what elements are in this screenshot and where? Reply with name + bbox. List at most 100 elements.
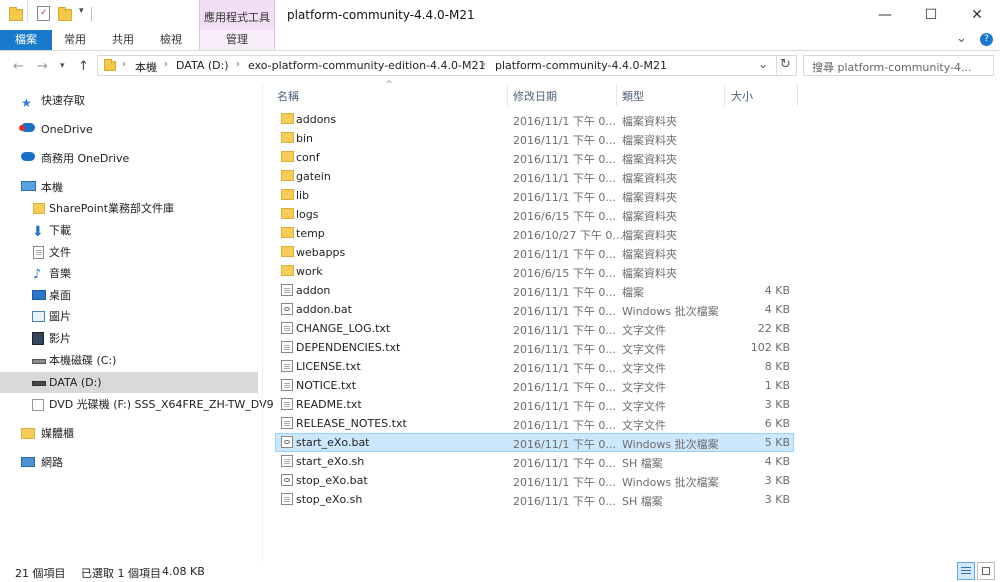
nav-item-label: 音樂 — [49, 267, 71, 280]
pane-divider[interactable] — [262, 84, 263, 562]
file-row[interactable]: work 2016/6/15 下午 0... 檔案資料夾 — [275, 262, 794, 281]
download-icon: ⬇ — [32, 224, 44, 240]
file-row[interactable]: stop_eXo.sh 2016/11/1 下午 0... SH 檔案 3 KB — [275, 490, 794, 509]
file-name: addons — [296, 113, 337, 126]
breadcrumb-edition-folder[interactable]: exo-platform-community-edition-4.4.0-M21 — [248, 59, 485, 72]
tab-share[interactable]: 共用 — [103, 30, 143, 50]
nav-item-downloads[interactable]: ⬇ 下載 — [0, 220, 258, 241]
search-input[interactable]: 搜尋 platform-community-4... — [803, 55, 994, 76]
maximize-button[interactable]: ☐ — [908, 0, 954, 30]
file-row[interactable]: README.txt 2016/11/1 下午 0... 文字文件 3 KB — [275, 395, 794, 414]
nav-item-dvd-drive[interactable]: DVD 光碟機 (F:) SSS_X64FRE_ZH-TW_DV9 — [0, 394, 274, 415]
nav-item-documents[interactable]: 文件 — [0, 242, 258, 263]
nav-item-drive-d[interactable]: DATA (D:) — [0, 372, 258, 393]
nav-item-videos[interactable]: 影片 — [0, 328, 258, 349]
properties-icon[interactable]: ✓ — [37, 6, 50, 21]
file-row[interactable]: stop_eXo.bat 2016/11/1 下午 0... Windows 批次檔… — [275, 471, 794, 490]
chevron-right-icon[interactable]: › — [482, 59, 486, 70]
music-icon: ♪ — [33, 267, 42, 282]
nav-item-pictures[interactable]: 圖片 — [0, 306, 258, 327]
file-row[interactable]: start_eXo.sh 2016/11/1 下午 0... SH 檔案 4 KB — [275, 452, 794, 471]
tab-view[interactable]: 檢視 — [150, 30, 192, 50]
nav-item-label: DVD 光碟機 (F:) SSS_X64FRE_ZH-TW_DV9 — [49, 398, 274, 411]
column-divider[interactable] — [797, 84, 798, 106]
nav-item-sharepoint[interactable]: SharePoint業務部文件庫 — [0, 198, 258, 219]
file-date: 2016/11/1 下午 0... — [513, 438, 616, 451]
breadcrumb-this-pc[interactable]: 本機 — [135, 59, 157, 75]
minimize-button[interactable]: — — [862, 0, 908, 30]
file-row[interactable]: gatein 2016/11/1 下午 0... 檔案資料夾 — [275, 167, 794, 186]
tab-file[interactable]: 檔案 — [0, 30, 52, 50]
chevron-right-icon[interactable]: › — [236, 59, 240, 70]
file-row[interactable]: LICENSE.txt 2016/11/1 下午 0... 文字文件 8 KB — [275, 357, 794, 376]
recent-locations-icon[interactable]: ▾ — [60, 61, 65, 71]
column-header-size[interactable]: 大小 — [731, 88, 753, 104]
nav-item-drive-c[interactable]: 本機磁碟 (C:) — [0, 350, 258, 371]
nav-item-onedrive[interactable]: OneDrive — [0, 119, 258, 140]
address-dropdown-icon[interactable]: ⌄ — [758, 57, 768, 71]
details-view-icon[interactable] — [957, 562, 975, 580]
nav-item-label: 網路 — [41, 456, 63, 469]
file-type: 文字文件 — [622, 381, 666, 394]
file-type: Windows 批次檔案 — [622, 305, 719, 318]
file-row[interactable]: DEPENDENCIES.txt 2016/11/1 下午 0... 文字文件 102… — [275, 338, 794, 357]
column-header-name[interactable]: 名稱 — [277, 88, 299, 104]
folder-icon — [281, 113, 294, 124]
customize-quick-access-icon[interactable]: ▾ — [79, 6, 84, 16]
breadcrumb-drive[interactable]: DATA (D:) — [176, 59, 229, 72]
nav-item-network[interactable]: 網路 — [0, 452, 258, 473]
file-name: lib — [296, 189, 310, 202]
file-row[interactable]: addon 2016/11/1 下午 0... 檔案 4 KB — [275, 281, 794, 300]
nav-item-onedrive-business[interactable]: 商務用 OneDrive — [0, 148, 258, 169]
file-row[interactable]: RELEASE_NOTES.txt 2016/11/1 下午 0... 文字文件 6 … — [275, 414, 794, 433]
file-date: 2016/11/1 下午 0... — [513, 343, 616, 356]
back-icon[interactable]: ← — [13, 59, 24, 74]
file-row[interactable]: lib 2016/11/1 下午 0... 檔案資料夾 — [275, 186, 794, 205]
computer-icon — [21, 181, 36, 191]
file-row[interactable]: NOTICE.txt 2016/11/1 下午 0... 文字文件 1 KB — [275, 376, 794, 395]
file-size: 6 KB — [764, 417, 790, 430]
expand-ribbon-icon[interactable]: ⌄ — [956, 31, 967, 46]
file-type: SH 檔案 — [622, 495, 663, 508]
column-header-date[interactable]: 修改日期 — [513, 88, 557, 104]
title-bar: ✓ ▾ 應用程式工具 platform-community-4.4.0-M21 … — [0, 0, 1000, 30]
file-row[interactable]: addon.bat 2016/11/1 下午 0... Windows 批次檔案 4 … — [275, 300, 794, 319]
chevron-right-icon[interactable]: › — [164, 59, 168, 70]
file-row[interactable]: logs 2016/6/15 下午 0... 檔案資料夾 — [275, 205, 794, 224]
nav-item-quick-access[interactable]: ★ 快速存取 — [0, 90, 258, 111]
file-row[interactable]: start_eXo.bat 2016/11/1 下午 0... Windows 批次… — [275, 433, 794, 452]
column-divider[interactable] — [616, 84, 617, 106]
nav-item-desktop[interactable]: 桌面 — [0, 285, 258, 306]
file-date: 2016/11/1 下午 0... — [513, 153, 616, 166]
address-bar[interactable]: › 本機 › DATA (D:) › exo-platform-communit… — [97, 55, 797, 76]
close-button[interactable]: ✕ — [954, 0, 1000, 30]
file-row[interactable]: conf 2016/11/1 下午 0... 檔案資料夾 — [275, 148, 794, 167]
help-icon[interactable]: ? — [980, 33, 993, 46]
tab-manage[interactable]: 管理 — [199, 30, 275, 50]
sort-ascending-icon: ^ — [385, 80, 393, 90]
file-row[interactable]: webapps 2016/11/1 下午 0... 檔案資料夾 — [275, 243, 794, 262]
nav-item-libraries[interactable]: 媒體櫃 — [0, 423, 258, 444]
file-date: 2016/11/1 下午 0... — [513, 134, 616, 147]
column-divider[interactable] — [507, 84, 508, 106]
nav-item-this-pc[interactable]: 本機 — [0, 177, 258, 198]
chevron-right-icon[interactable]: › — [122, 59, 126, 70]
column-header-type[interactable]: 類型 — [622, 88, 644, 104]
column-divider[interactable] — [724, 84, 725, 106]
file-size: 3 KB — [764, 398, 790, 411]
file-size: 3 KB — [764, 474, 790, 487]
file-row[interactable]: addons 2016/11/1 下午 0... 檔案資料夾 — [275, 110, 794, 129]
nav-item-music[interactable]: ♪ 音樂 — [0, 263, 258, 284]
file-row[interactable]: CHANGE_LOG.txt 2016/11/1 下午 0... 文字文件 22 KB — [275, 319, 794, 338]
tab-home[interactable]: 常用 — [55, 30, 95, 50]
breadcrumb-current-folder[interactable]: platform-community-4.4.0-M21 — [495, 59, 667, 72]
up-icon[interactable]: ↑ — [78, 59, 89, 74]
refresh-icon[interactable]: ↻ — [780, 57, 791, 72]
file-row[interactable]: bin 2016/11/1 下午 0... 檔案資料夾 — [275, 129, 794, 148]
new-folder-icon[interactable] — [58, 7, 72, 21]
file-row[interactable]: temp 2016/10/27 下午 0... 檔案資料夾 — [275, 224, 794, 243]
forward-icon[interactable]: → — [37, 59, 48, 74]
large-icons-view-icon[interactable] — [977, 562, 995, 580]
folder-icon — [281, 151, 294, 162]
folder-icon — [281, 189, 294, 200]
